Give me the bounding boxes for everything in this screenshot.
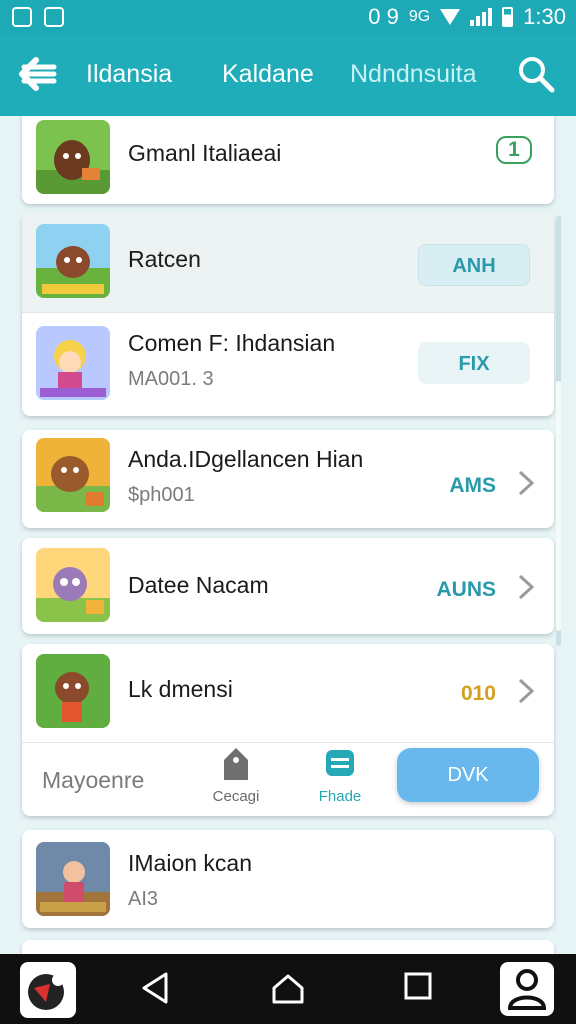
tag-icon (224, 748, 248, 780)
app-bar: Ildansia Kaldane Ndndnsuita (0, 34, 576, 116)
recents-square-icon[interactable] (402, 970, 434, 1007)
app-thumbnail (36, 326, 110, 400)
nav-item-2[interactable]: Fhade (300, 744, 380, 805)
list-item[interactable]: Lk dmensi 010 (22, 644, 554, 742)
battery-icon (502, 7, 514, 27)
back-triangle-icon[interactable] (140, 970, 172, 1011)
app-thumbnail (36, 842, 110, 916)
status-bar: 0 9 9G 1:30 (0, 0, 576, 34)
list-card: Datee Nacam AUNS (22, 538, 554, 634)
app-thumbnail (36, 548, 110, 622)
network-type: 9G (408, 8, 431, 25)
item-subtitle: $ph001 (128, 484, 195, 506)
system-nav-bar (0, 954, 576, 1024)
chevron-right-icon (516, 572, 536, 602)
item-subtitle: AI3 (128, 888, 159, 910)
item-title: Comen F: Ihdansian (128, 330, 336, 356)
notification-icon (12, 7, 32, 27)
user-icon[interactable] (500, 962, 554, 1016)
nav-item-label: Cecagi (212, 788, 260, 805)
tab-3[interactable]: Ndndnsuita (350, 60, 476, 89)
list-card: Ratcen ANH Comen F: Ihdansian MA001. 3 F… (22, 212, 554, 416)
more-label: Mayoenre (42, 767, 145, 793)
signal-icon (470, 8, 493, 26)
list-item[interactable]: Gmanl Italiaeai 1 (22, 116, 554, 204)
item-title: Ratcen (128, 246, 201, 272)
count-badge: 1 (496, 136, 532, 164)
list-card: Anda.IDgellancen Hian $ph001 AMS (22, 430, 554, 528)
app-thumbnail (36, 224, 110, 298)
list-card: Gmanl Italiaeai 1 (22, 116, 554, 204)
list-item[interactable]: Anda.IDgellancen Hian $ph001 AMS (22, 430, 554, 528)
download-button[interactable]: DVK (397, 748, 539, 802)
status-badge: 010 (460, 682, 496, 705)
back-arrow-icon[interactable] (18, 56, 58, 92)
floating-bar: Cecagi Fhade DVK (196, 732, 556, 832)
tab-1[interactable]: Ildansia (86, 60, 172, 89)
item-title: Datee Nacam (128, 572, 269, 598)
list-card: IMaion kcan AI3 (22, 830, 554, 928)
list-card (22, 940, 554, 954)
item-title: IMaion kcan (128, 850, 253, 876)
action-button[interactable]: FIX (418, 342, 530, 384)
notification-icon (44, 7, 64, 27)
action-button[interactable]: ANH (418, 244, 530, 286)
list-item[interactable]: Comen F: Ihdansian MA001. 3 FIX (22, 312, 554, 416)
item-title: Gmanl Italiaeai (128, 140, 282, 166)
chevron-right-icon (516, 468, 536, 498)
scrollbar[interactable] (556, 216, 561, 646)
status-badge: AUNS (436, 578, 496, 601)
app-thumbnail (36, 438, 110, 512)
tab-2[interactable]: Kaldane (222, 60, 314, 89)
status-indicators: 0 9 (368, 4, 399, 29)
search-icon[interactable] (516, 54, 556, 94)
chevron-right-icon (516, 676, 536, 706)
chat-icon (326, 750, 354, 776)
list-item[interactable]: Datee Nacam AUNS (22, 538, 554, 634)
list-item[interactable]: IMaion kcan AI3 (22, 830, 554, 928)
clock: 1:30 (523, 4, 566, 29)
item-title: Anda.IDgellancen Hian (128, 446, 364, 472)
list-item[interactable]: Ratcen ANH (22, 212, 554, 312)
wifi-icon (440, 9, 461, 25)
nav-item-label: Fhade (318, 788, 362, 805)
app-thumbnail (36, 654, 110, 728)
home-icon[interactable] (270, 970, 306, 1011)
item-subtitle: MA001. 3 (128, 368, 214, 390)
app-shortcut-icon[interactable] (20, 962, 76, 1018)
status-badge: AMS (449, 474, 496, 497)
app-thumbnail (36, 120, 110, 194)
nav-item-1[interactable]: Cecagi (196, 744, 276, 805)
item-title: Lk dmensi (128, 676, 233, 702)
